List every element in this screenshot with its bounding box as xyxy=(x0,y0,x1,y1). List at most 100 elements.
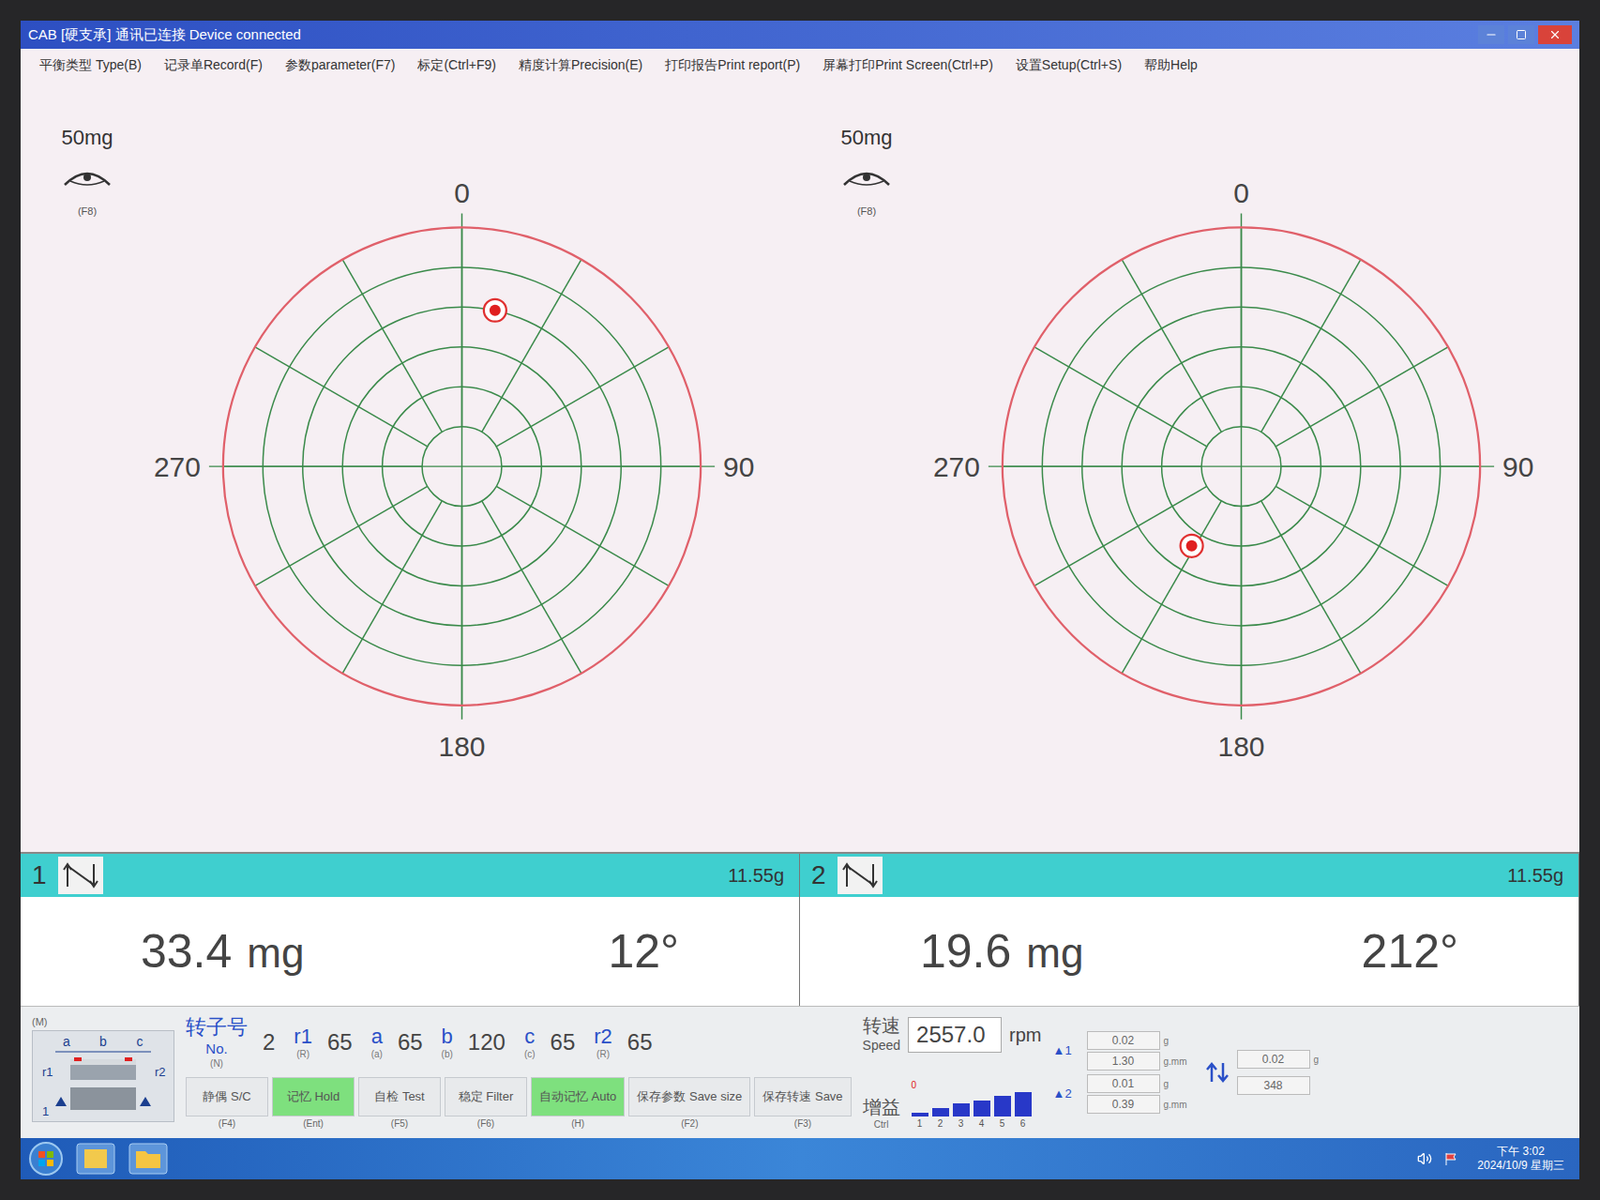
menu-item[interactable]: 参数parameter(F7) xyxy=(285,55,395,76)
maximize-icon[interactable] xyxy=(1508,25,1535,45)
tolerance-value[interactable]: 0.01 xyxy=(1086,1073,1161,1093)
gain-bar[interactable] xyxy=(952,1102,970,1117)
plane-bar: 2 11.55g xyxy=(800,853,1580,897)
function-button[interactable]: 静偶 S/C xyxy=(185,1076,269,1117)
direction-toggle-icon[interactable] xyxy=(61,860,100,891)
menu-item[interactable]: 帮助Help xyxy=(1144,55,1198,76)
scale-label: 50mg xyxy=(60,121,113,153)
charts-area: 50mg(F8)09018027050mg(F8)090180270 xyxy=(20,80,1580,852)
svg-text:90: 90 xyxy=(723,451,755,483)
menu-item[interactable]: 平衡类型 Type(B) xyxy=(39,55,142,76)
reading-panel: 33.4mg 12° xyxy=(20,896,800,1006)
weight-label: 11.55g xyxy=(712,860,800,890)
title-bar: CAB [硬支承] 通讯已连接 Device connected xyxy=(20,20,1580,49)
reading-panel: 19.6mg 212° xyxy=(800,896,1580,1006)
function-button[interactable]: 记忆 Hold xyxy=(271,1076,355,1117)
app-icon[interactable] xyxy=(75,1141,117,1176)
rotor-field[interactable]: r1(R)65 xyxy=(293,1023,352,1061)
gain-bar[interactable] xyxy=(994,1095,1012,1117)
folder-icon[interactable] xyxy=(127,1141,169,1176)
volume-icon[interactable] xyxy=(1417,1150,1433,1166)
amount-unit: mg xyxy=(246,921,304,984)
tolerance-value[interactable]: 0.39 xyxy=(1086,1094,1161,1114)
gain-bar[interactable] xyxy=(1014,1091,1032,1117)
svg-text:0: 0 xyxy=(1233,177,1250,209)
angle-value: 212° xyxy=(1361,916,1459,987)
rotor-field[interactable]: 转子号No.(N)2 xyxy=(185,1013,275,1070)
window-title: CAB [硬支承] 通讯已连接 Device connected xyxy=(28,24,302,46)
tolerance-marker: ▲1 xyxy=(1053,1041,1080,1060)
button-row: 静偶 S/C(F4)记忆 Hold(Ent)自检 Test(F5)稳定 Filt… xyxy=(185,1076,852,1131)
field-value[interactable]: 65 xyxy=(397,1025,423,1059)
eye-icon[interactable] xyxy=(60,164,114,193)
polar-chart: 090180270 xyxy=(918,91,1565,841)
svg-text:r2: r2 xyxy=(154,1064,167,1079)
function-button[interactable]: 自检 Test xyxy=(358,1076,441,1117)
gain-control[interactable]: 增益Ctrl0123456 xyxy=(862,1077,1042,1131)
close-icon[interactable] xyxy=(1538,25,1572,45)
rotor-field[interactable]: r2(R)65 xyxy=(593,1023,652,1061)
menu-item[interactable]: 记录单Record(F) xyxy=(164,55,263,76)
rotor-diagram: abcr1r21 xyxy=(32,1030,174,1121)
speed-field: 转速Speed2557.0rpm xyxy=(862,1013,1042,1055)
tolerances: ▲10.02g1.30g.mm▲20.01g0.39g.mm xyxy=(1053,1013,1194,1131)
menu-item[interactable]: 标定(Ctrl+F9) xyxy=(417,55,497,76)
function-button[interactable]: 稳定 Filter xyxy=(444,1076,528,1117)
menu-bar: 平衡类型 Type(B) 记录单Record(F) 参数parameter(F7) 标… xyxy=(20,48,1580,81)
field-value[interactable]: 2 xyxy=(262,1025,275,1059)
plane-panel: 50mg(F8)090180270 xyxy=(20,80,800,852)
svg-text:90: 90 xyxy=(1502,451,1534,483)
direction-toggle-icon[interactable] xyxy=(841,860,879,891)
minimize-icon[interactable] xyxy=(1478,25,1505,45)
svg-text:180: 180 xyxy=(1218,730,1266,762)
swap-arrows-icon[interactable] xyxy=(1205,1060,1230,1084)
tolerance-value[interactable]: 0.02 xyxy=(1086,1030,1161,1050)
plane-number: 2 xyxy=(800,855,838,895)
menu-item[interactable]: 打印报告Print report(P) xyxy=(664,55,800,76)
svg-text:r1: r1 xyxy=(42,1064,54,1079)
angle-value: 12° xyxy=(607,916,680,987)
extra-value[interactable]: 0.02 xyxy=(1237,1049,1311,1069)
flag-icon[interactable] xyxy=(1443,1150,1459,1166)
plane-bars: 111.55g211.55g xyxy=(20,851,1580,897)
field-value[interactable]: 65 xyxy=(627,1025,653,1059)
rotor-field[interactable]: b(b)120 xyxy=(441,1023,506,1061)
svg-text:0: 0 xyxy=(453,177,470,209)
svg-text:270: 270 xyxy=(153,451,201,483)
tolerance-marker: ▲2 xyxy=(1053,1084,1080,1103)
field-value[interactable]: 120 xyxy=(467,1025,506,1059)
rotor-field[interactable]: c(c)65 xyxy=(524,1023,575,1061)
function-button[interactable]: 自动记忆 Auto xyxy=(530,1076,625,1117)
rotor-fields: 转子号No.(N)2 r1(R)65 a(a)65 b(b)120 c(c)65 r2(R… xyxy=(185,1013,852,1070)
field-value[interactable]: 65 xyxy=(327,1025,353,1059)
eye-icon[interactable] xyxy=(840,164,893,193)
taskbar: 下午 3:022024/10/9 星期三 xyxy=(20,1137,1580,1179)
svg-text:180: 180 xyxy=(438,730,486,762)
control-panel: (M)abcr1r21转子号No.(N)2r1(R)65a(a)65b(b)12… xyxy=(20,1005,1580,1138)
gain-bar[interactable] xyxy=(973,1100,991,1117)
amount-value: 19.6 xyxy=(920,916,1012,987)
gain-bar[interactable] xyxy=(911,1112,929,1117)
start-button-icon[interactable] xyxy=(28,1140,64,1177)
weight-label: 11.55g xyxy=(1492,860,1579,890)
extra-value[interactable]: 348 xyxy=(1237,1075,1311,1095)
menu-item[interactable]: 设置Setup(Ctrl+S) xyxy=(1015,55,1122,76)
function-button[interactable]: 保存参数 Save size xyxy=(628,1076,751,1117)
plane-bar: 111.55g xyxy=(20,853,800,897)
plane-panel: 50mg(F8)090180270 xyxy=(800,80,1580,852)
rotor-field[interactable]: a(a)65 xyxy=(371,1023,423,1061)
gain-bar[interactable] xyxy=(932,1107,950,1117)
svg-text:a: a xyxy=(62,1033,71,1049)
hotkey-label: (F8) xyxy=(857,203,876,220)
amount-unit: mg xyxy=(1026,921,1084,984)
clock[interactable]: 下午 3:022024/10/9 星期三 xyxy=(1469,1144,1572,1173)
menu-item[interactable]: 精度计算Precision(E) xyxy=(518,55,643,76)
scale-label: 50mg xyxy=(840,121,892,153)
tolerance-value[interactable]: 1.30 xyxy=(1086,1051,1161,1071)
polar-chart: 0 90 180 270 xyxy=(138,91,785,841)
function-button[interactable]: 保存转速 Save xyxy=(754,1076,851,1117)
menu-item[interactable]: 屏幕打印Print Screen(Ctrl+P) xyxy=(822,55,994,76)
field-value[interactable]: 65 xyxy=(550,1025,576,1059)
amount-value: 33.4 xyxy=(140,916,232,987)
app-window: CAB [硬支承] 通讯已连接 Device connected平衡类型 Typ… xyxy=(20,20,1580,1179)
